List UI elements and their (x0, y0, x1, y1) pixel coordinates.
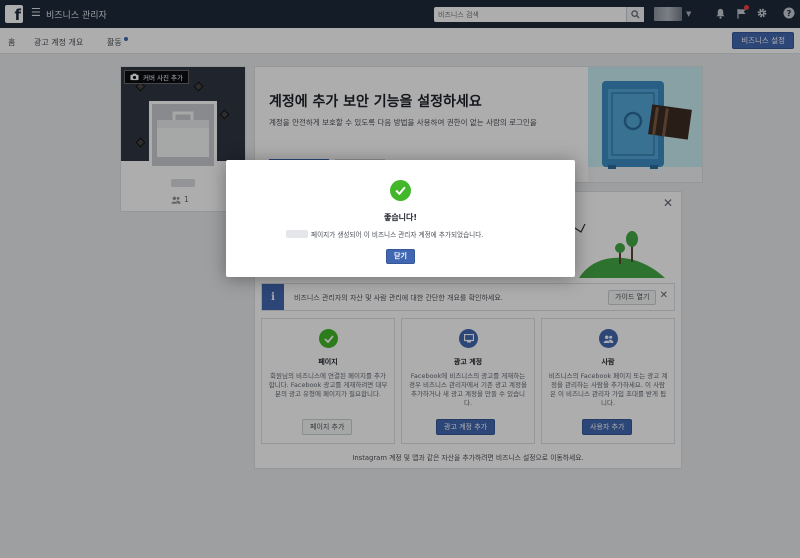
dialog-title: 좋습니다! (383, 213, 418, 222)
success-check-icon (390, 180, 411, 201)
dialog-message-text: 페이지가 생성되어 이 비즈니스 관리자 계정에 추가되었습니다. (311, 231, 484, 239)
close-dialog-button[interactable]: 닫기 (386, 249, 415, 264)
success-dialog: 좋습니다! 페이지가 생성되어 이 비즈니스 관리자 계정에 추가되었습니다. … (226, 160, 575, 277)
dialog-message: 페이지가 생성되어 이 비즈니스 관리자 계정에 추가되었습니다. (286, 229, 526, 239)
page-name-redacted (286, 230, 308, 238)
modal-backdrop[interactable] (0, 0, 800, 558)
